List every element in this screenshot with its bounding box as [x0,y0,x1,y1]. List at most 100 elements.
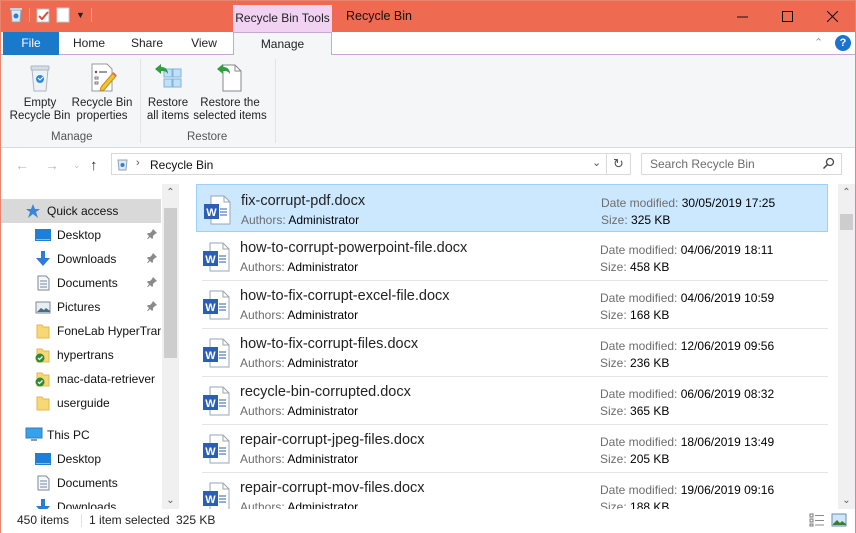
nav-item-label: mac-data-retriever [57,372,156,386]
refresh-button[interactable]: ↻ [607,153,631,175]
maximize-button[interactable] [764,1,810,32]
file-authors: Authors: Administrator [240,308,358,322]
nav-item-desktop[interactable]: Desktop [1,223,161,247]
maximize-icon [781,9,793,25]
size-value: 205 KB [630,452,670,466]
nav-item-pictures[interactable]: Pictures [1,295,161,319]
recent-locations-chevron-icon[interactable]: ⌄ [73,160,81,171]
file-row[interactable]: Wrecycle-bin-corrupted.docx Authors: Admi… [196,376,828,425]
breadcrumb-chevron-icon[interactable]: › [136,157,140,169]
file-size: Size: 458 KB [600,260,669,274]
nav-item-mac-data-retriever[interactable]: mac-data-retriever [1,367,161,391]
new-folder-icon[interactable] [56,7,70,23]
tab-manage[interactable]: Manage [233,32,332,56]
restore-all-items-button[interactable]: Restore all items [144,61,192,123]
file-row[interactable]: Whow-to-fix-corrupt-excel-file.docx Autho… [196,280,828,329]
pin-icon[interactable] [147,229,157,242]
file-authors: Authors: Administrator [240,500,358,509]
context-tab-group-label: Recycle Bin Tools [233,5,332,32]
collapse-ribbon-icon[interactable]: ⌃ [814,36,823,49]
details-view-icon[interactable] [809,513,825,530]
recycle-bin-properties-button[interactable]: Recycle Bin properties [71,61,133,123]
svg-text:W: W [205,494,216,506]
scroll-down-icon[interactable]: ⌄ [162,492,179,509]
nav-item-label: Quick access [47,204,119,218]
file-row[interactable]: Wfix-corrupt-pdf.docx Authors: Administra… [196,184,828,232]
tab-view[interactable]: View [178,32,230,55]
file-row[interactable]: Wrepair-corrupt-mov-files.docx Authors: A… [196,472,828,509]
tab-file[interactable]: File [3,32,59,55]
refresh-icon: ↻ [613,156,624,171]
nav-item-downloads[interactable]: Downloads [1,495,161,509]
search-input[interactable] [642,154,812,174]
downloads-icon [35,499,51,509]
scrollbar-thumb[interactable] [164,208,177,358]
file-authors: Authors: Administrator [240,356,358,370]
scroll-up-icon[interactable]: ⌃ [162,184,179,201]
group-divider [275,59,276,143]
properties-icon[interactable] [36,7,50,23]
downloads-icon [35,251,51,267]
file-date-modified: Date modified: 18/06/2019 13:49 [600,435,774,449]
close-button[interactable] [809,1,855,32]
file-date-modified: Date modified: 19/06/2019 09:16 [600,483,774,497]
nav-item-hypertrans[interactable]: hypertrans [1,343,161,367]
file-list-scrollbar[interactable]: ⌃ ⌄ [838,184,855,509]
pin-icon[interactable] [147,277,157,290]
help-icon[interactable]: ? [835,35,851,51]
nav-item-userguide[interactable]: userguide [1,391,161,415]
size-value: 458 KB [630,260,670,274]
search-box[interactable] [641,153,842,175]
restore-selected-items-button[interactable]: Restore the selected items [193,61,267,123]
file-size: Size: 168 KB [600,308,669,322]
nav-item-documents[interactable]: Documents [1,471,161,495]
minimize-button[interactable] [719,1,765,32]
scroll-down-icon[interactable]: ⌄ [838,492,855,509]
address-bar[interactable]: › Recycle Bin ⌄ [111,153,607,175]
nav-item-quick-access[interactable]: Quick access [1,199,161,223]
authors-label: Authors: [240,500,285,509]
size-label: Size: [600,260,627,274]
recycle-bin-icon [24,61,56,93]
file-name: how-to-corrupt-powerpoint-file.docx [240,240,468,256]
nav-pane-scrollbar[interactable]: ⌃ ⌄ [162,184,179,509]
file-size: Size: 205 KB [600,452,669,466]
forward-arrow-icon[interactable]: → [45,157,59,173]
date-label: Date modified: [600,483,678,497]
empty-recycle-bin-button[interactable]: Empty Recycle Bin [9,61,71,123]
file-row[interactable]: Whow-to-fix-corrupt-files.docx Authors: A… [196,328,828,377]
close-icon [826,9,838,25]
tab-share[interactable]: Share [121,32,173,55]
nav-item-label: Desktop [57,228,102,242]
pin-icon[interactable] [147,301,157,314]
tab-home[interactable]: Home [63,32,115,55]
nav-item-desktop[interactable]: Desktop [1,447,161,471]
nav-item-label: FoneLab HyperTrans [57,324,161,338]
toolbar-separator [90,8,92,22]
large-icons-view-icon[interactable] [831,513,847,530]
up-arrow-icon[interactable]: ↑ [90,157,98,174]
pin-icon[interactable] [147,253,157,266]
ribbon-tab-bar: File Home Share View Manage ⌃ ? [1,32,855,56]
word-document-icon: W [202,434,230,464]
customize-toolbar-dropdown-icon[interactable]: ▼ [76,7,85,23]
scrollbar-thumb[interactable] [840,214,853,230]
item-count: 450 items [17,513,70,527]
breadcrumb-recycle-bin[interactable]: Recycle Bin [150,158,213,172]
nav-item-this-pc[interactable]: This PC [1,423,161,447]
address-dropdown-icon[interactable]: ⌄ [592,156,601,169]
authors-label: Authors: [240,404,285,418]
file-row[interactable]: Wrepair-corrupt-jpeg-files.docx Authors: … [196,424,828,473]
scroll-up-icon[interactable]: ⌃ [838,184,855,201]
nav-item-downloads[interactable]: Downloads [1,247,161,271]
nav-item-label: Desktop [57,452,102,466]
nav-item-documents[interactable]: Documents [1,271,161,295]
nav-item-fonelab-hypertrans[interactable]: FoneLab HyperTrans [1,319,161,343]
size-value: 236 KB [630,356,670,370]
properties-icon [86,61,118,93]
file-row[interactable]: Whow-to-corrupt-powerpoint-file.docx Auth… [196,232,828,281]
back-arrow-icon[interactable]: ← [15,157,29,173]
date-label: Date modified: [600,387,678,401]
search-icon[interactable] [822,157,835,173]
size-label: Size: [600,308,627,322]
